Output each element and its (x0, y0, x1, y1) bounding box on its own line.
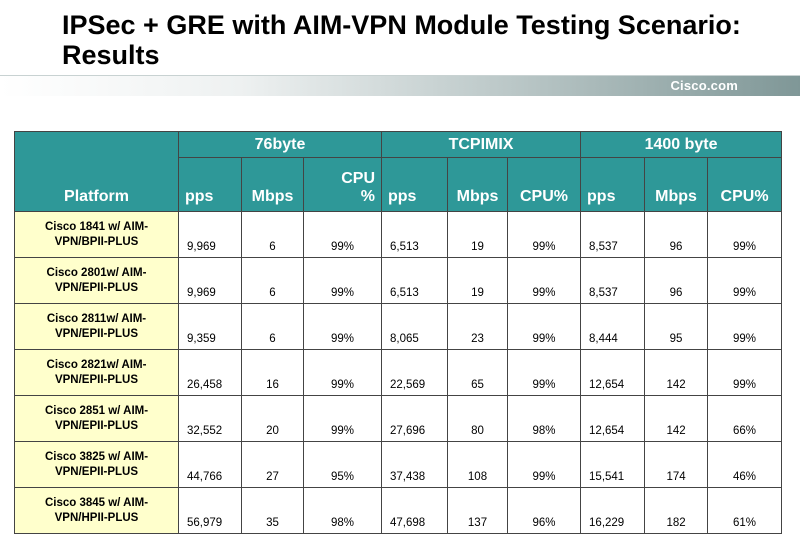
value-cell: 99% (506, 211, 582, 258)
value-cell: 16 (241, 349, 304, 396)
value-cell: 47,698 (381, 487, 448, 534)
value-cell: 46% (707, 441, 783, 488)
value-cell: 98% (506, 395, 582, 442)
value-cell: 96 (644, 257, 709, 304)
value-cell: 8,065 (381, 303, 448, 350)
value-cell: 6,513 (381, 257, 448, 304)
value-cell: 142 (644, 349, 709, 396)
col-header-mbps: Mbps (447, 157, 508, 212)
value-cell: 99% (506, 349, 582, 396)
table-row: Cisco 2851 w/ AIM- VPN/EPII-PLUS 32,552 20… (14, 395, 783, 442)
value-cell: 142 (644, 395, 709, 442)
value-cell: 95 (644, 303, 709, 350)
value-cell: 99% (303, 211, 382, 258)
value-cell: 182 (644, 487, 709, 534)
value-cell: 99% (506, 441, 582, 488)
value-cell: 108 (447, 441, 508, 488)
brand-label: Cisco.com (670, 78, 738, 93)
table-row: Cisco 3845 w/ AIM- VPN/HPII-PLUS 56,979 35… (14, 487, 783, 534)
col-header-pps: pps (178, 157, 242, 212)
value-cell: 61% (707, 487, 783, 534)
value-cell: 19 (447, 211, 508, 258)
col-header-pps: pps (381, 157, 448, 212)
group-header-76byte: 76byte (178, 131, 382, 158)
value-cell: 8,537 (580, 257, 646, 304)
value-cell: 99% (506, 257, 582, 304)
table-row: Cisco 3825 w/ AIM- VPN/EPII-PLUS 44,766 27… (14, 441, 783, 488)
value-cell: 99% (303, 257, 382, 304)
value-cell: 8,537 (580, 211, 646, 258)
value-cell: 9,359 (178, 303, 242, 350)
value-cell: 80 (447, 395, 508, 442)
value-cell: 27,696 (381, 395, 448, 442)
value-cell: 12,654 (580, 395, 646, 442)
value-cell: 6 (241, 303, 304, 350)
col-header-mbps: Mbps (644, 157, 709, 212)
results-table: Platform 76byte TCPIMIX 1400 byte pps Mb… (14, 131, 783, 534)
value-cell: 96 (644, 211, 709, 258)
platform-column-header: Platform (14, 131, 179, 212)
value-cell: 137 (447, 487, 508, 534)
value-cell: 12,654 (580, 349, 646, 396)
group-header-row: Platform 76byte TCPIMIX 1400 byte (14, 131, 783, 212)
col-header-cpu: CPU% (506, 157, 582, 212)
slide-title: IPSec + GRE with AIM-VPN Module Testing … (62, 10, 741, 70)
value-cell: 99% (303, 349, 382, 396)
value-cell: 95% (303, 441, 382, 488)
platform-cell: Cisco 3825 w/ AIM- VPN/EPII-PLUS (14, 441, 179, 488)
value-cell: 15,541 (580, 441, 646, 488)
value-cell: 8,444 (580, 303, 646, 350)
value-cell: 99% (707, 303, 783, 350)
platform-cell: Cisco 2821w/ AIM- VPN/EPII-PLUS (14, 349, 179, 396)
value-cell: 99% (506, 303, 582, 350)
value-cell: 26,458 (178, 349, 242, 396)
platform-cell: Cisco 2801w/ AIM- VPN/EPII-PLUS (14, 257, 179, 304)
table-row: Cisco 2801w/ AIM- VPN/EPII-PLUS 9,969 6 99%… (14, 257, 783, 304)
platform-cell: Cisco 2811w/ AIM- VPN/EPII-PLUS (14, 303, 179, 350)
value-cell: 66% (707, 395, 783, 442)
value-cell: 174 (644, 441, 709, 488)
value-cell: 99% (303, 395, 382, 442)
table-row: Cisco 1841 w/ AIM- VPN/BPII-PLUS 9,969 6 99… (14, 211, 783, 258)
value-cell: 32,552 (178, 395, 242, 442)
value-cell: 96% (506, 487, 582, 534)
table-row: Cisco 2821w/ AIM- VPN/EPII-PLUS 26,458 16 9… (14, 349, 783, 396)
group-header-tcpimix: TCPIMIX (380, 131, 582, 158)
value-cell: 56,979 (178, 487, 242, 534)
col-header-pps: pps (580, 157, 646, 212)
value-cell: 99% (707, 211, 783, 258)
group-header-1400byte: 1400 byte (580, 131, 783, 158)
value-cell: 37,438 (381, 441, 448, 488)
col-header-mbps: Mbps (241, 157, 304, 212)
value-cell: 27 (241, 441, 304, 488)
value-cell: 6 (241, 257, 304, 304)
value-cell: 65 (447, 349, 508, 396)
col-header-cpu: CPU % (303, 157, 382, 212)
value-cell: 22,569 (381, 349, 448, 396)
value-cell: 20 (241, 395, 304, 442)
value-cell: 6,513 (381, 211, 448, 258)
value-cell: 19 (447, 257, 508, 304)
platform-cell: Cisco 1841 w/ AIM- VPN/BPII-PLUS (14, 211, 179, 258)
title-divider-bar: Cisco.com (0, 75, 800, 96)
value-cell: 35 (241, 487, 304, 534)
value-cell: 6 (241, 211, 304, 258)
platform-cell: Cisco 3845 w/ AIM- VPN/HPII-PLUS (14, 487, 179, 534)
value-cell: 98% (303, 487, 382, 534)
value-cell: 9,969 (178, 211, 242, 258)
col-header-cpu: CPU% (707, 157, 783, 212)
value-cell: 99% (303, 303, 382, 350)
value-cell: 23 (447, 303, 508, 350)
value-cell: 99% (707, 257, 783, 304)
value-cell: 44,766 (178, 441, 242, 488)
value-cell: 99% (707, 349, 783, 396)
platform-cell: Cisco 2851 w/ AIM- VPN/EPII-PLUS (14, 395, 179, 442)
value-cell: 9,969 (178, 257, 242, 304)
value-cell: 16,229 (580, 487, 646, 534)
table-row: Cisco 2811w/ AIM- VPN/EPII-PLUS 9,359 6 99%… (14, 303, 783, 350)
